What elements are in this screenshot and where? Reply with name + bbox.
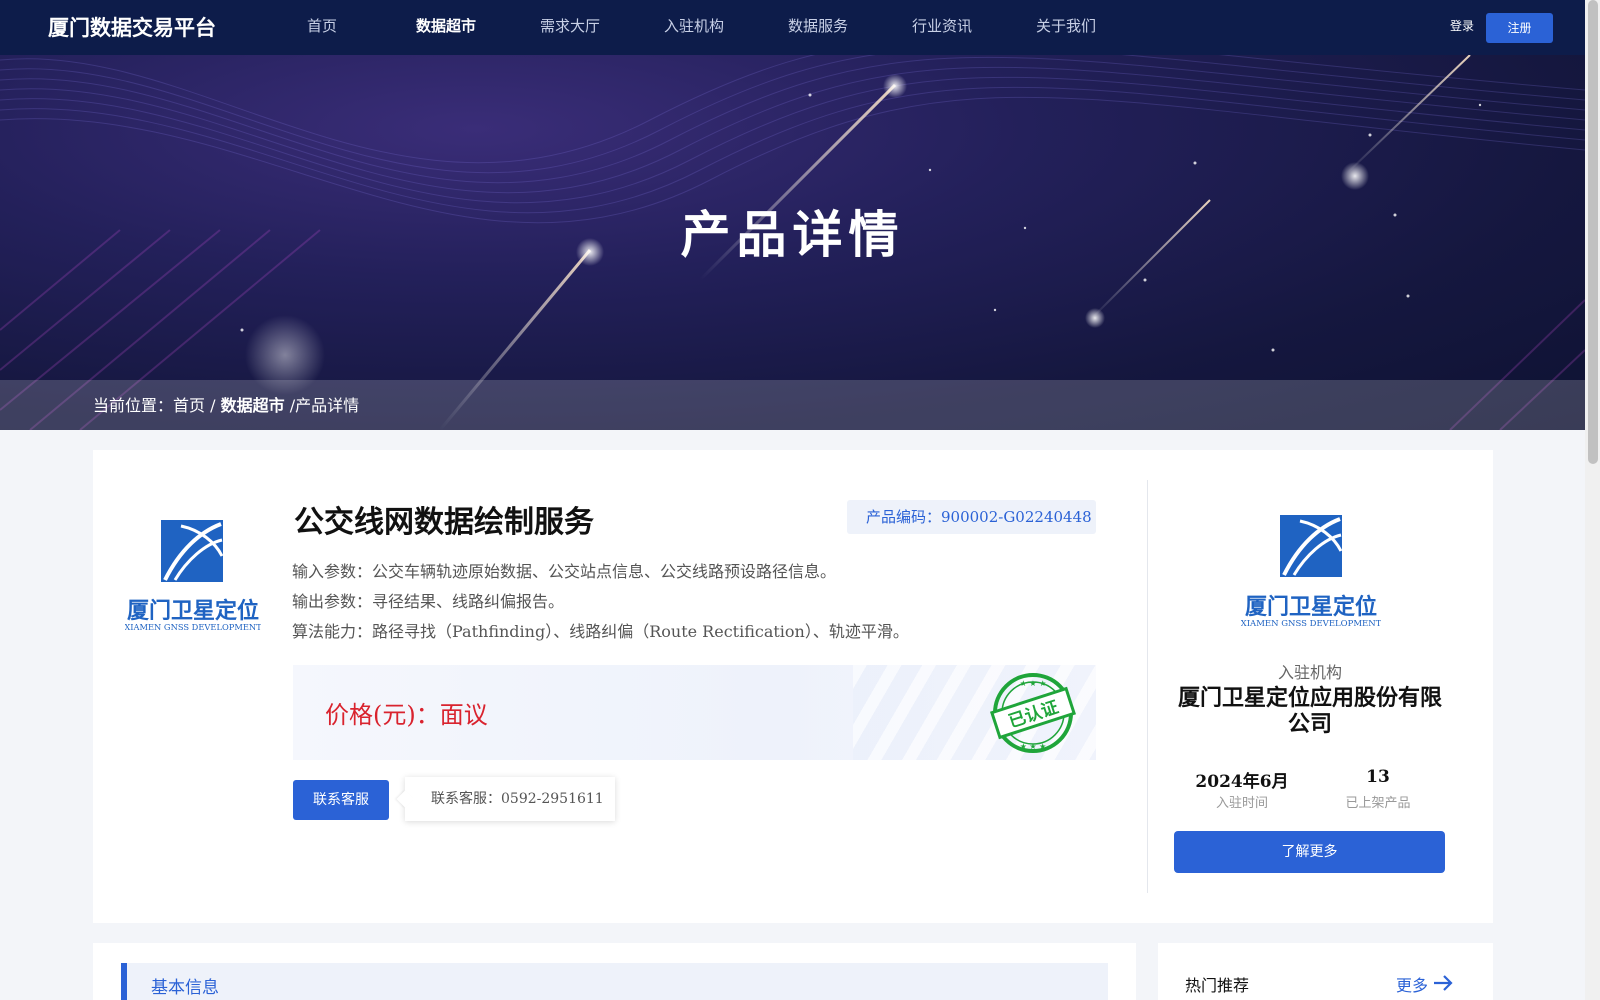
nav-item-home[interactable]: 首页 — [260, 0, 384, 55]
institution-logo-cn: 厦门卫星定位 — [1245, 594, 1377, 620]
price-text: 价格(元)：面议 — [325, 701, 488, 729]
arrow-right-icon[interactable] — [1433, 974, 1453, 992]
provider-logo-cn: 厦门卫星定位 — [127, 598, 259, 624]
divider — [1147, 480, 1148, 893]
nav-item-institutions[interactable]: 入驻机构 — [632, 0, 756, 55]
nav-item-about-us[interactable]: 关于我们 — [1004, 0, 1128, 55]
hot-recommend-title: 热门推荐 — [1185, 976, 1250, 995]
institution-logo-en: XIAMEN GNSS DEVELOPMENT — [1241, 619, 1381, 629]
breadcrumb-home[interactable]: 首页 — [173, 396, 205, 415]
institution-label: 入驻机构 — [1277, 663, 1342, 682]
login-link[interactable]: 登录 — [1450, 17, 1474, 34]
brand-logo[interactable]: 厦门数据交易平台 — [48, 12, 216, 42]
institution-name[interactable]: 厦门卫星定位应用股份有限公司 — [1175, 685, 1445, 737]
certified-stamp-icon: ★ ★ ★ ★ ★ ★ 已认证 — [988, 672, 1078, 754]
contact-tooltip: 联系客服：0592-2951611 — [405, 777, 615, 821]
institution-logo: 厦门卫星定位 XIAMEN GNSS DEVELOPMENT — [1241, 513, 1382, 631]
param-output: 输出参数：寻径结果、线路纠偏报告。 — [292, 592, 565, 611]
contact-service-button[interactable]: 联系客服 — [293, 780, 389, 820]
top-navigation: 厦门数据交易平台 首页 数据超市 需求大厅 入驻机构 数据服务 行业资讯 关于我… — [0, 0, 1585, 55]
provider-logo: 厦门卫星定位 XIAMEN GNSS DEVELOPMENT — [124, 520, 262, 636]
breadcrumb-separator: / — [210, 396, 216, 415]
join-time-value: 2024年6月 — [1195, 772, 1289, 792]
product-code: 产品编码：900002-G02240448 — [847, 500, 1096, 534]
product-title: 公交线网数据绘制服务 — [294, 505, 594, 540]
nav-item-industry-news[interactable]: 行业资讯 — [880, 0, 1004, 55]
register-button[interactable]: 注册 — [1486, 13, 1553, 43]
breadcrumb-section[interactable]: 数据超市 — [221, 396, 285, 415]
breadcrumb: 当前位置：首页 / 数据超市 /产品详情 — [93, 392, 359, 416]
basic-info-title: 基本信息 — [151, 978, 219, 998]
param-algorithm: 算法能力：路径寻找（Pathfinding）、线路纠偏（Route Rectif… — [292, 622, 909, 641]
svg-text:★ ★ ★: ★ ★ ★ — [1020, 679, 1047, 688]
nav-item-demand-hall[interactable]: 需求大厅 — [508, 0, 632, 55]
products-count-value: 13 — [1366, 767, 1390, 787]
page-title: 产品详情 — [680, 205, 905, 264]
param-input: 输入参数：公交车辆轨迹原始数据、公交站点信息、公交线路预设路径信息。 — [292, 562, 837, 581]
hot-more-link[interactable]: 更多 — [1396, 972, 1428, 996]
provider-logo-en: XIAMEN GNSS DEVELOPMENT — [125, 622, 261, 632]
nav-item-data-services[interactable]: 数据服务 — [756, 0, 880, 55]
join-time-label: 入驻时间 — [1215, 796, 1268, 811]
basic-info-header — [121, 963, 1108, 1000]
breadcrumb-prefix: 当前位置： — [93, 396, 174, 415]
nav-item-data-market[interactable]: 数据超市 — [384, 0, 508, 55]
svg-text:★ ★ ★: ★ ★ ★ — [1020, 742, 1047, 751]
breadcrumb-current: 产品详情 — [295, 396, 360, 415]
scrollbar-thumb[interactable] — [1588, 0, 1598, 464]
main-menu: 首页 数据超市 需求大厅 入驻机构 数据服务 行业资讯 关于我们 — [260, 0, 1128, 55]
learn-more-button[interactable]: 了解更多 — [1174, 831, 1445, 873]
products-count-label: 已上架产品 — [1345, 796, 1411, 811]
